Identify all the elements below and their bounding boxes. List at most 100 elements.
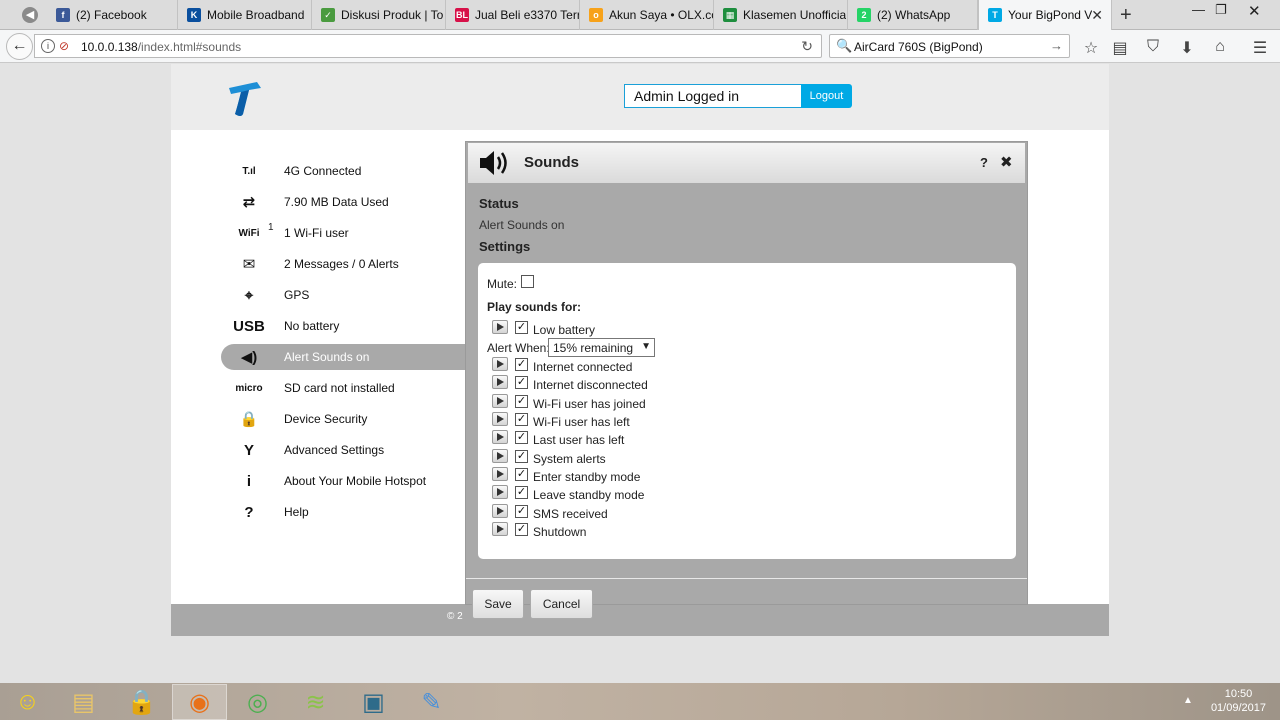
taskbar-app[interactable]: ✎ [404,684,459,720]
help-icon[interactable]: ? [980,155,988,170]
taskbar-app[interactable]: ◉ [172,684,227,720]
new-tab-icon[interactable]: + [1120,4,1132,27]
play-sound-button[interactable] [492,394,508,408]
sidebar-item[interactable]: T.ıl 4G Connected [221,158,466,184]
sound-checkbox[interactable]: ✓ [515,376,528,389]
alert-when-select[interactable]: 15% remaining ▼ [548,338,655,357]
play-sound-button[interactable] [492,357,508,371]
sidebar-item[interactable]: ? Help [221,499,466,525]
pocket-icon[interactable]: ⛉ [1143,38,1163,56]
taskbar-app[interactable]: ◎ [230,684,285,720]
browser-tab[interactable]: ✓ Diskusi Produk | To [312,0,446,30]
envelope-icon: ✉ [242,256,256,273]
sidebar-item[interactable]: ⇄ 7.90 MB Data Used [221,189,466,215]
sound-checkbox[interactable]: ✓ [515,358,528,371]
search-go-icon[interactable]: → [1050,38,1063,53]
taskbar-app[interactable]: ≋ [288,684,343,720]
search-input[interactable]: AirCard 760S (BigPond) [854,40,983,54]
paint-icon: ✎ [421,688,442,716]
sidebar-item[interactable]: ⌖ GPS [221,282,466,308]
search-bar[interactable]: 🔍 AirCard 760S (BigPond) → [829,34,1070,58]
sound-checkbox[interactable]: ✓ [515,523,528,536]
play-sound-button[interactable] [492,449,508,463]
play-sound-button[interactable] [492,320,508,334]
taskbar-app[interactable]: ▣ [346,684,401,720]
sidebar-item[interactable]: 🔒 Device Security [221,406,466,432]
taskbar-app[interactable]: 🔒 [114,684,169,720]
sidebar-item[interactable]: micro SD card not installed [221,375,466,401]
back-arrow-icon[interactable]: ← [6,33,33,60]
browser-tab[interactable]: ▦ Klasemen Unofficia [714,0,848,30]
logout-button[interactable]: Logout [801,84,852,108]
cancel-button[interactable]: Cancel [530,589,593,619]
tab-close-icon[interactable]: ✕ [1091,7,1103,24]
info-icon[interactable]: i [41,39,55,53]
sound-checkbox[interactable]: ✓ [515,505,528,518]
sound-checkbox[interactable]: ✓ [515,486,528,499]
sound-checkbox[interactable]: ✓ [515,468,528,481]
sidebar-item[interactable]: WiFi 1 1 Wi-Fi user [221,220,466,246]
maximize-icon[interactable]: ❐ [1215,2,1227,18]
tab-favicon-icon: K [187,8,201,22]
sound-checkbox[interactable]: ✓ [515,450,528,463]
play-sound-button[interactable] [492,412,508,426]
wifi-user-count: 1 [268,222,274,233]
taskbar-app[interactable]: ☺ [0,684,55,720]
mute-label: Mute: [487,277,518,291]
sidebar-item-label: GPS [284,288,310,302]
sidebar-item[interactable]: ✉ 2 Messages / 0 Alerts [221,251,466,277]
home-icon[interactable]: ⌂ [1210,38,1230,56]
tab-favicon-icon: ✓ [321,8,335,22]
sound-checkbox[interactable]: ✓ [515,413,528,426]
reading-list-icon[interactable]: ▤ [1110,38,1130,58]
data-transfer-icon: ⇄ [242,194,256,211]
tray-expand-icon[interactable]: ▲ [1183,695,1193,706]
browser-tab[interactable]: o Akun Saya • OLX.co [580,0,714,30]
browser-tab[interactable]: K Mobile Broadband [178,0,312,30]
play-sound-button[interactable] [492,467,508,481]
browser-tab[interactable]: 2 (2) WhatsApp [848,0,978,30]
browser-tab[interactable]: BL Jual Beli e3370 Terr [446,0,580,30]
chevron-down-icon: ▼ [641,341,651,352]
play-sound-button[interactable] [492,430,508,444]
url-bar[interactable]: i ⊘ 10.0.0.138/index.html#sounds ↻ [34,34,822,58]
mute-checkbox[interactable] [521,275,534,288]
sidebar-item-label: 2 Messages / 0 Alerts [284,257,399,271]
close-icon[interactable]: ✖ [1000,153,1013,171]
gps-icon: ⌖ [244,286,254,304]
sound-checkbox[interactable]: ✓ [515,395,528,408]
bookmark-star-icon[interactable]: ☆ [1081,38,1101,58]
reload-icon[interactable]: ↻ [801,38,813,55]
taskbar-app[interactable]: ▤ [56,684,111,720]
download-icon[interactable]: ⬇ [1177,38,1197,58]
play-sound-button[interactable] [492,522,508,536]
insecure-lock-icon[interactable]: ⊘ [59,39,69,53]
play-sound-button[interactable] [492,375,508,389]
save-button[interactable]: Save [472,589,524,619]
sidebar-item[interactable]: USB No battery [221,313,466,339]
tab-title: Jual Beli e3370 Terr [475,8,579,22]
browser-tab[interactable]: T Your BigPond V ✕ [978,0,1112,30]
url-text[interactable]: 10.0.0.138/index.html#sounds [81,40,241,54]
sidebar-item[interactable]: i About Your Mobile Hotspot [221,468,466,494]
play-sound-button[interactable] [492,504,508,518]
system-clock[interactable]: 10:50 01/09/2017 [1211,687,1266,715]
status-heading: Status [479,196,519,211]
menu-icon[interactable]: ☰ [1250,38,1270,58]
clock-date: 01/09/2017 [1210,702,1266,714]
tab-title: Your BigPond V [1008,8,1093,22]
sidebar-item[interactable]: Y Advanced Settings [221,437,466,463]
window-close-icon[interactable]: ✕ [1248,2,1261,20]
copyright-text: © 2 [447,611,463,622]
minimize-icon[interactable]: — [1192,2,1205,17]
smiley-icon: ☺ [15,688,40,715]
sound-checkbox[interactable]: ✓ [515,321,528,334]
play-sound-button[interactable] [492,485,508,499]
sound-checkbox[interactable]: ✓ [515,431,528,444]
sidebar-item[interactable]: ◀) Alert Sounds on [221,344,466,370]
help-icon: ? [244,503,254,521]
wifi-icon: WiFi [238,227,260,239]
tab-title: Akun Saya • OLX.co [609,8,713,22]
browser-tab[interactable]: f (2) Facebook [47,0,178,30]
tab-history-icon[interactable]: ◀ [22,7,38,23]
